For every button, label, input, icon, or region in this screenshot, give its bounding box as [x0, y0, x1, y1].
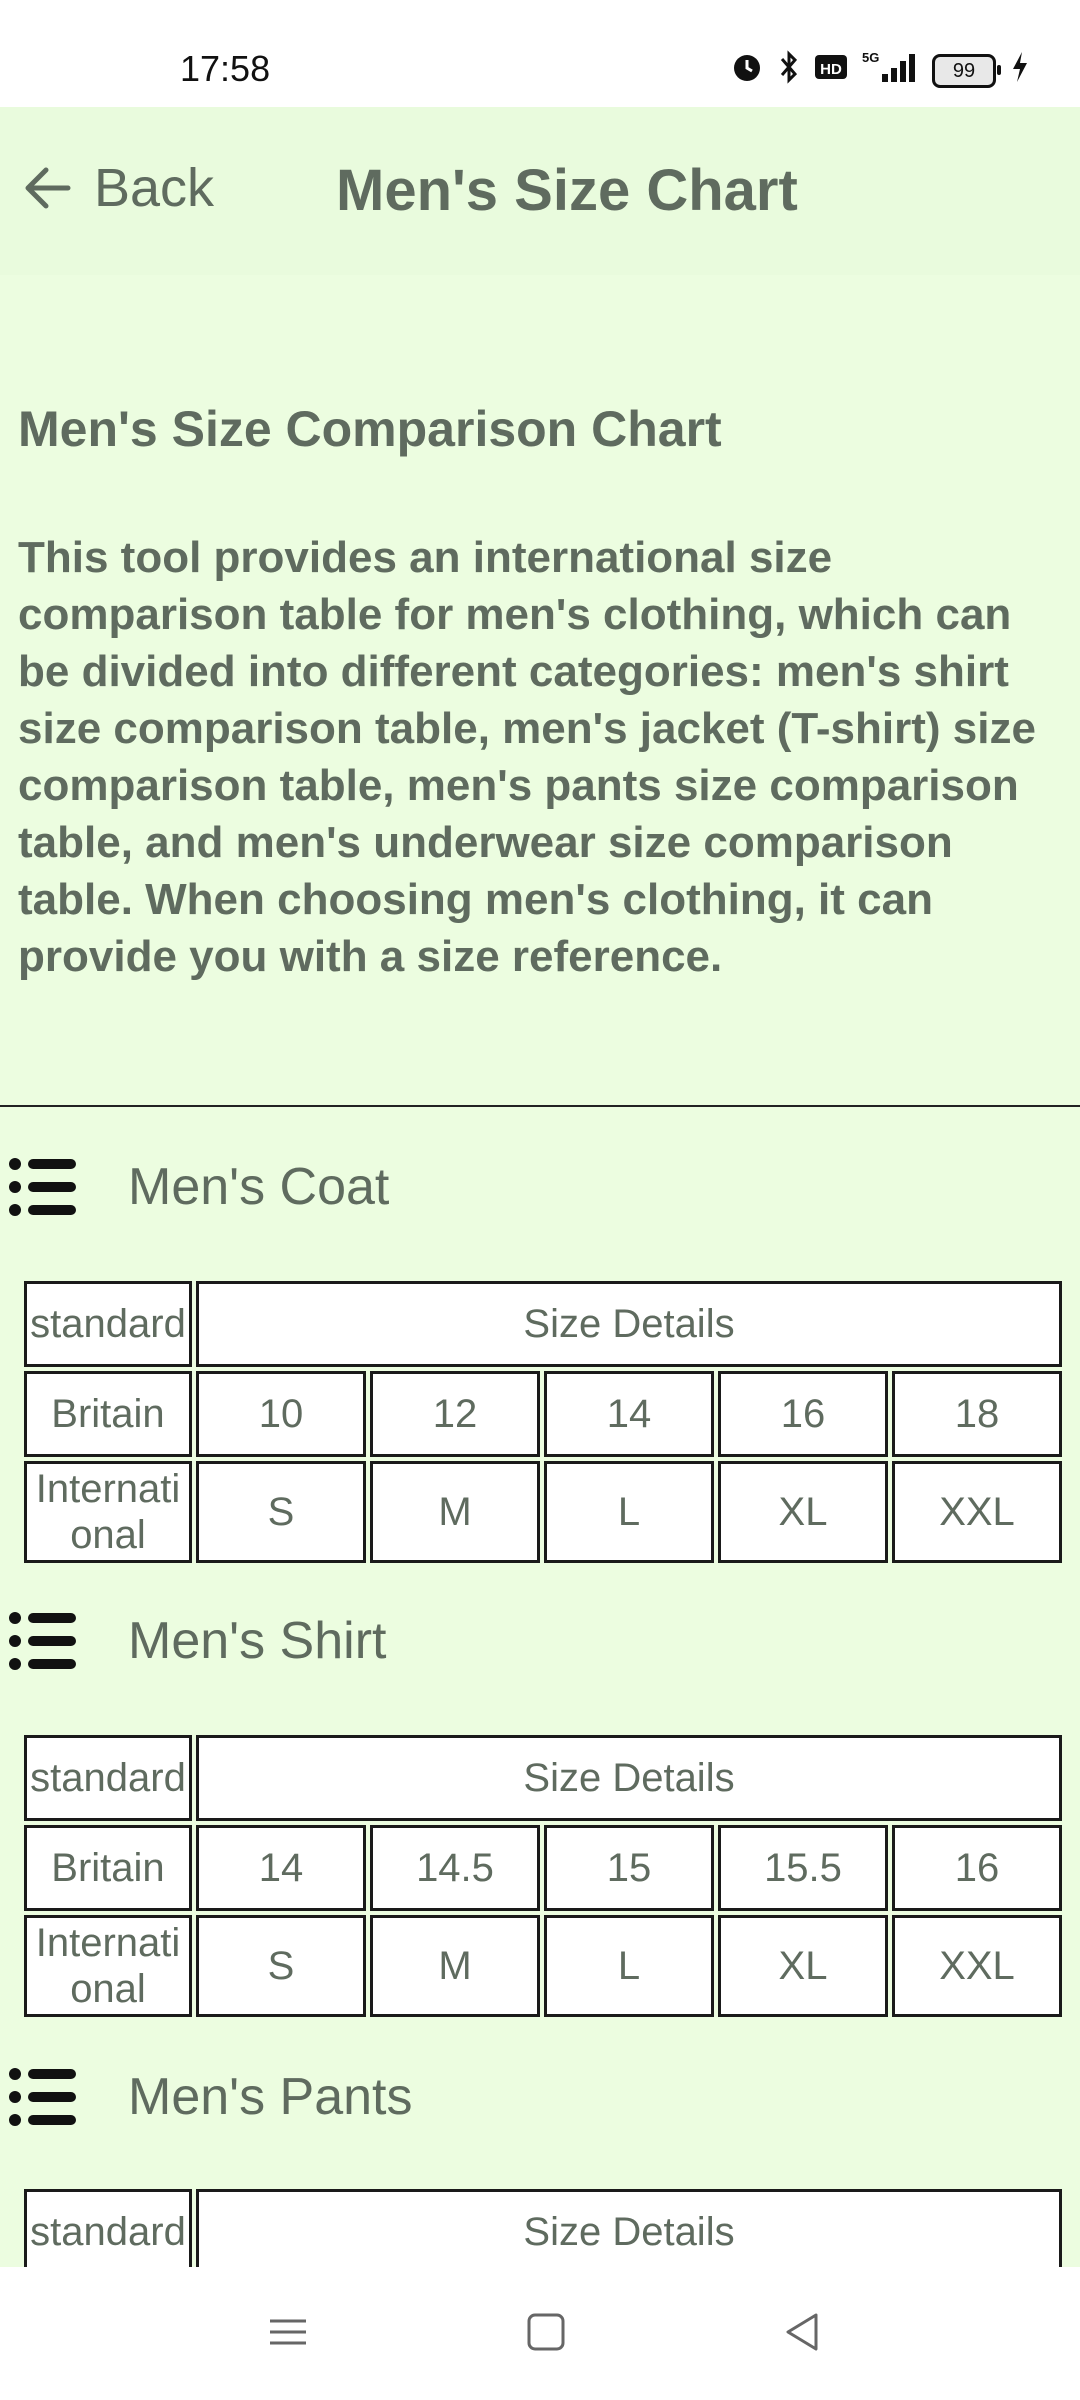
status-icons: HD 5G 99 — [730, 50, 1030, 92]
section-header-coat: Men's Coat — [0, 1155, 389, 1219]
content-area[interactable]: Men's Size Comparison Chart This tool pr… — [0, 275, 1080, 2267]
size-table-coat: standard Size Details Britain 10 12 14 1… — [20, 1277, 1066, 1567]
menu-nav-icon[interactable] — [258, 2307, 318, 2357]
page-title: Men's Size Chart — [336, 158, 798, 223]
section-header-shirt: Men's Shirt — [0, 1609, 386, 1673]
list-icon — [9, 1158, 76, 1216]
table-row: Internati onal S M L XL XXL — [24, 1461, 1062, 1563]
table-cell: Internati onal — [24, 1915, 192, 2017]
table-header-row: standard Size Details — [24, 2189, 1062, 2267]
header-cell: Size Details — [196, 2189, 1062, 2267]
table-cell: 10 — [196, 1371, 366, 1457]
status-time: 17:58 — [180, 48, 271, 89]
status-bar: 17:58 HD 5G 99 — [0, 0, 1080, 107]
table-cell: 16 — [892, 1825, 1062, 1911]
table-cell: M — [370, 1461, 540, 1563]
home-nav-icon[interactable] — [516, 2307, 576, 2357]
section-label: Men's Shirt — [128, 1612, 387, 1670]
table-cell: 15 — [544, 1825, 714, 1911]
table-cell: M — [370, 1915, 540, 2017]
table-cell: S — [196, 1461, 366, 1563]
intro-text: This tool provides an international size… — [18, 533, 1036, 981]
app-header: Back Men's Size Chart — [0, 107, 1080, 275]
header-cell: standard — [24, 2189, 192, 2267]
table-cell: 12 — [370, 1371, 540, 1457]
table-cell: XXL — [892, 1915, 1062, 2017]
header-cell: Size Details — [196, 1281, 1062, 1367]
charging-icon — [1010, 50, 1030, 92]
table-cell: L — [544, 1915, 714, 2017]
table-row: Internati onal S M L XL XXL — [24, 1915, 1062, 2017]
svg-text:5G: 5G — [862, 50, 879, 65]
intro-title: Men's Size Comparison Chart — [18, 401, 722, 457]
back-label: Back — [94, 158, 215, 218]
header-cell: standard — [24, 1281, 192, 1367]
section-label: Men's Coat — [128, 1158, 390, 1216]
system-nav-bar — [0, 2267, 1080, 2400]
5g-signal-icon: 5G — [862, 50, 918, 92]
section-header-pants: Men's Pants — [0, 2065, 413, 2129]
table-cell: 14 — [196, 1825, 366, 1911]
header-cell: standard — [24, 1735, 192, 1821]
table-header-row: standard Size Details — [24, 1281, 1062, 1367]
size-table-pants: standard Size Details — [20, 2185, 1066, 2267]
table-cell: S — [196, 1915, 366, 2017]
table-row: Britain 14 14.5 15 15.5 16 — [24, 1825, 1062, 1911]
header-cell: Size Details — [196, 1735, 1062, 1821]
hd-icon: HD — [814, 52, 848, 90]
table-cell: 14.5 — [370, 1825, 540, 1911]
table-cell: 14 — [544, 1371, 714, 1457]
alarm-icon — [730, 50, 764, 92]
table-cell: Internati onal — [24, 1461, 192, 1563]
divider — [0, 1105, 1080, 1107]
bluetooth-icon — [778, 50, 800, 92]
table-cell: Britain — [24, 1371, 192, 1457]
table-cell: 15.5 — [718, 1825, 888, 1911]
table-header-row: standard Size Details — [24, 1735, 1062, 1821]
table-cell: Britain — [24, 1825, 192, 1911]
size-table-shirt: standard Size Details Britain 14 14.5 15… — [20, 1731, 1066, 2021]
table-cell: XL — [718, 1461, 888, 1563]
list-icon — [9, 2068, 76, 2126]
table-cell: 16 — [718, 1371, 888, 1457]
table-cell: L — [544, 1461, 714, 1563]
svg-text:HD: HD — [820, 61, 842, 78]
back-button[interactable]: Back — [22, 157, 214, 219]
battery-icon: 99 — [932, 54, 1001, 88]
table-cell: XXL — [892, 1461, 1062, 1563]
list-icon — [9, 1612, 76, 1670]
table-cell: 18 — [892, 1371, 1062, 1457]
table-cell: XL — [718, 1915, 888, 2017]
table-row: Britain 10 12 14 16 18 — [24, 1371, 1062, 1457]
back-nav-icon[interactable] — [774, 2307, 834, 2357]
back-arrow-icon — [25, 167, 71, 209]
section-label: Men's Pants — [128, 2068, 413, 2126]
